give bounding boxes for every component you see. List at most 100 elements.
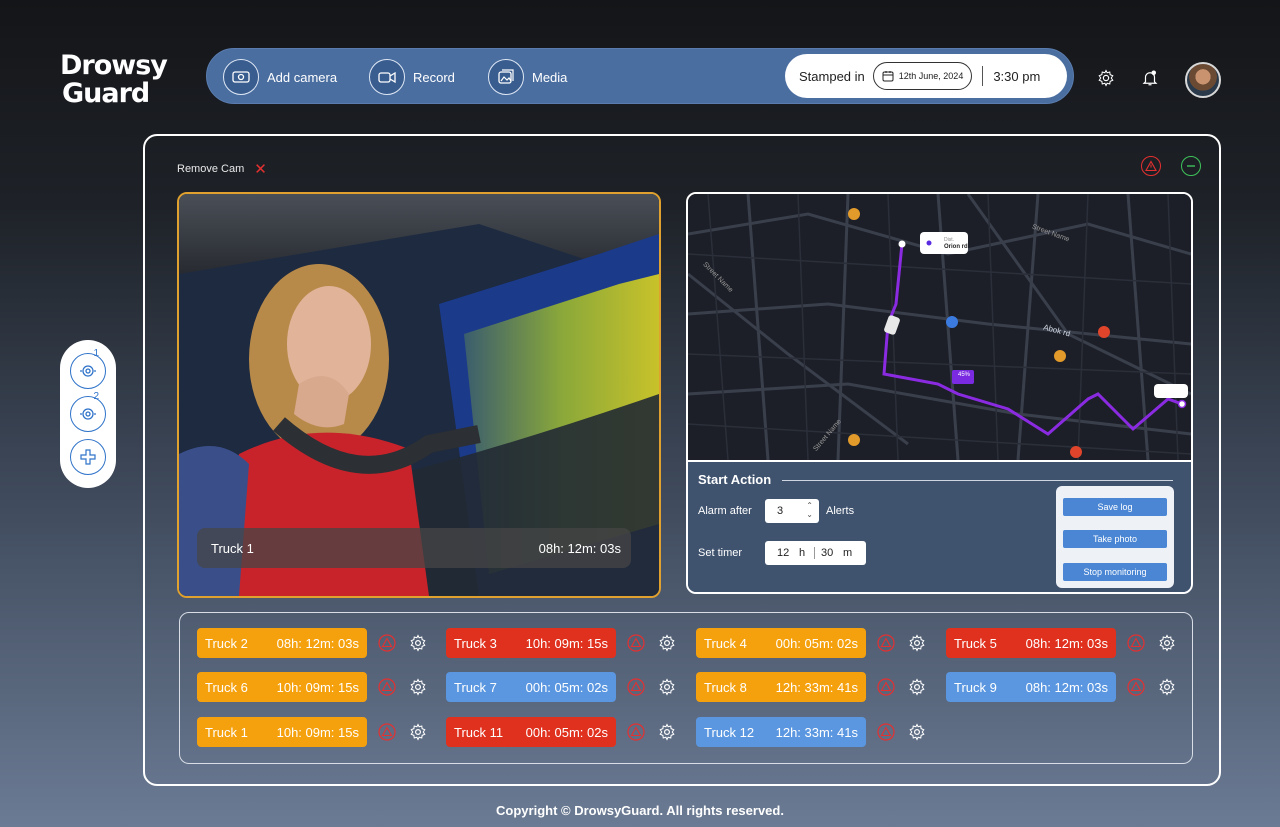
truck-name: Truck 1 xyxy=(205,724,248,740)
add-camera-label: Add camera xyxy=(267,69,338,85)
timer-hours[interactable]: 12 xyxy=(777,547,789,559)
video-record-icon xyxy=(369,59,405,95)
route-map[interactable]: Dist. Orion rd 45% Street Name Street Na… xyxy=(688,194,1191,461)
action-buttons: Save log Take photo Stop monitoring xyxy=(1056,486,1174,588)
title-divider xyxy=(782,480,1173,481)
date-picker[interactable]: 12th June, 2024 xyxy=(872,62,973,90)
truck-row: Truck 7 00h: 05m: 02s xyxy=(446,672,678,702)
settings-icon[interactable] xyxy=(1156,632,1178,654)
minimize-icon[interactable] xyxy=(1181,156,1201,176)
alert-warning-icon[interactable] xyxy=(1125,676,1147,698)
settings-icon[interactable] xyxy=(407,676,429,698)
camera-1-number: 1 xyxy=(93,348,99,360)
start-action-title: Start Action xyxy=(698,472,772,487)
video-truck-name: Truck 1 xyxy=(211,540,254,556)
settings-icon[interactable] xyxy=(656,676,678,698)
top-nav-bar: Add camera Record Media Stamped in 12th … xyxy=(206,48,1074,104)
truck-name: Truck 8 xyxy=(704,679,747,695)
settings-icon[interactable] xyxy=(407,632,429,654)
truck-name: Truck 2 xyxy=(205,635,248,651)
alarm-stepper[interactable]: 3 ⌃ ⌄ xyxy=(765,499,819,523)
record-button[interactable]: Record xyxy=(369,59,455,95)
save-log-button[interactable]: Save log xyxy=(1063,498,1167,516)
truck-status-pill[interactable]: Truck 3 10h: 09m: 15s xyxy=(446,628,616,658)
media-label: Media xyxy=(532,69,568,85)
cctv-icon xyxy=(80,365,96,377)
add-camera-slot-button[interactable] xyxy=(70,438,106,475)
alert-warning-icon[interactable] xyxy=(625,721,647,743)
stamp-date: 12th June, 2024 xyxy=(898,71,964,81)
alert-warning-icon[interactable] xyxy=(875,676,897,698)
truck-name: Truck 4 xyxy=(704,635,747,651)
truck-status-pill[interactable]: Truck 12 12h: 33m: 41s xyxy=(696,717,866,747)
alarm-after-label: Alarm after xyxy=(698,505,752,517)
truck-name: Truck 11 xyxy=(454,724,504,740)
alert-warning-icon[interactable] xyxy=(1141,156,1161,176)
camera-1-button[interactable]: 1 xyxy=(70,348,106,390)
truck-name: Truck 7 xyxy=(454,679,497,695)
settings-icon[interactable] xyxy=(906,721,928,743)
settings-icon[interactable] xyxy=(656,721,678,743)
truck-row: Truck 4 00h: 05m: 02s xyxy=(696,628,928,658)
timer-hours-unit: h xyxy=(799,547,806,559)
popup-small-text: Dist. xyxy=(944,237,954,243)
remove-cam-label: Remove Cam xyxy=(177,163,245,175)
live-video-feed[interactable]: Truck 1 08h: 12m: 03s xyxy=(177,192,661,598)
truck-status-pill[interactable]: Truck 2 08h: 12m: 03s xyxy=(197,628,367,658)
remove-cam-button[interactable]: Remove Cam ✕ xyxy=(177,160,267,178)
camera-2-number: 2 xyxy=(93,390,99,402)
alarm-value: 3 xyxy=(777,505,784,517)
record-label: Record xyxy=(413,69,455,85)
plus-icon xyxy=(80,449,96,465)
truck-status-pill[interactable]: Truck 1 10h: 09m: 15s xyxy=(197,717,367,747)
truck-time: 10h: 09m: 15s xyxy=(525,635,608,651)
alert-warning-icon[interactable] xyxy=(376,632,398,654)
truck-list: Truck 2 08h: 12m: 03s Truck 3 10h: 09m: 15s… xyxy=(179,612,1193,764)
truck-time: 08h: 12m: 03s xyxy=(276,635,359,651)
media-button[interactable]: Media xyxy=(488,59,567,95)
truck-status-pill[interactable]: Truck 7 00h: 05m: 02s xyxy=(446,672,616,702)
truck-status-pill[interactable]: Truck 4 00h: 05m: 02s xyxy=(696,628,866,658)
timer-input[interactable]: 12 h 30 m xyxy=(765,541,866,565)
truck-row: Truck 5 08h: 12m: 03s xyxy=(946,628,1178,658)
take-photo-button[interactable]: Take photo xyxy=(1063,530,1167,548)
monitoring-panel: Remove Cam ✕ Truck 1 08h: 12m: 03s Dist.… xyxy=(143,134,1221,786)
settings-icon[interactable] xyxy=(906,632,928,654)
stepper-arrows-icon[interactable]: ⌃ ⌄ xyxy=(806,501,813,519)
set-timer-label: Set timer xyxy=(698,547,743,559)
truck-status-pill[interactable]: Truck 5 08h: 12m: 03s xyxy=(946,628,1116,658)
stamp-label: Stamped in xyxy=(799,68,865,84)
user-avatar[interactable] xyxy=(1185,62,1221,98)
settings-icon[interactable] xyxy=(1096,68,1116,88)
truck-status-pill[interactable]: Truck 6 10h: 09m: 15s xyxy=(197,672,367,702)
settings-icon[interactable] xyxy=(656,632,678,654)
alert-warning-icon[interactable] xyxy=(376,676,398,698)
settings-icon[interactable] xyxy=(1156,676,1178,698)
panel-status-icons xyxy=(1141,156,1201,176)
truck-time: 00h: 05m: 02s xyxy=(525,724,608,740)
truck-time: 00h: 05m: 02s xyxy=(775,635,858,651)
truck-time: 08h: 12m: 03s xyxy=(1025,635,1108,651)
alert-warning-icon[interactable] xyxy=(376,721,398,743)
alert-warning-icon[interactable] xyxy=(625,676,647,698)
alert-warning-icon[interactable] xyxy=(875,721,897,743)
truck-row: Truck 2 08h: 12m: 03s xyxy=(197,628,429,658)
alert-warning-icon[interactable] xyxy=(875,632,897,654)
settings-icon[interactable] xyxy=(906,676,928,698)
video-duration: 08h: 12m: 03s xyxy=(538,540,621,556)
stamp-panel: Stamped in 12th June, 2024 3:30 pm xyxy=(785,54,1067,98)
camera-2-button[interactable]: 2 xyxy=(70,391,106,432)
start-action-panel: Start Action Alarm after 3 ⌃ ⌄ Alerts Set… xyxy=(688,460,1191,592)
alert-warning-icon[interactable] xyxy=(625,632,647,654)
alert-warning-icon[interactable] xyxy=(1125,632,1147,654)
truck-status-pill[interactable]: Truck 8 12h: 33m: 41s xyxy=(696,672,866,702)
notification-bell-icon[interactable] xyxy=(1140,68,1160,88)
add-camera-button[interactable]: Add camera xyxy=(223,59,337,95)
map-canvas xyxy=(688,194,1191,461)
timer-minutes[interactable]: 30 xyxy=(821,547,833,559)
truck-status-pill[interactable]: Truck 9 08h: 12m: 03s xyxy=(946,672,1116,702)
stop-monitoring-button[interactable]: Stop monitoring xyxy=(1063,563,1167,581)
settings-icon[interactable] xyxy=(407,721,429,743)
truck-status-pill[interactable]: Truck 11 00h: 05m: 02s xyxy=(446,717,616,747)
map-action-panel: Dist. Orion rd 45% Street Name Street Na… xyxy=(686,192,1193,594)
